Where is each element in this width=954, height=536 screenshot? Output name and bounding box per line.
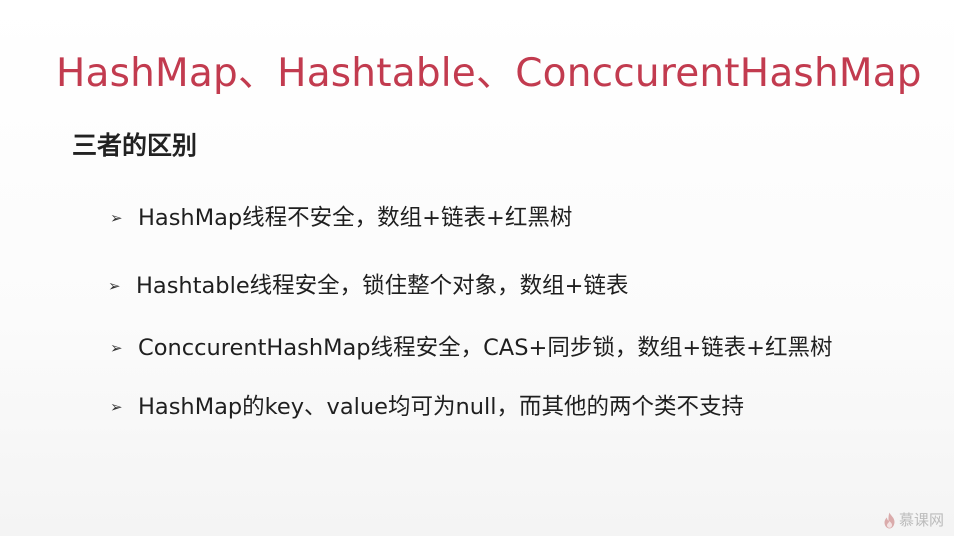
bullet-text: HashMap的key、value均可为null，而其他的两个类不支持: [138, 394, 745, 420]
slide-title: HashMap、Hashtable、ConccurentHashMap: [56, 51, 922, 96]
flame-logo-icon: [884, 512, 895, 528]
watermark-text: 慕课网: [898, 511, 944, 529]
arrow-bullet-icon: ➢: [110, 209, 123, 227]
arrow-bullet-icon: ➢: [110, 398, 123, 416]
bullet-item: ➢ Hashtable线程安全，锁住整个对象，数组+链表: [108, 269, 629, 303]
bullet-item: ➢ HashMap的key、value均可为null，而其他的两个类不支持: [110, 390, 744, 424]
slide-subtitle: 三者的区别: [72, 131, 198, 160]
slide: HashMap、Hashtable、ConccurentHashMap 三者的区…: [0, 0, 954, 536]
bullet-item: ➢ ConccurentHashMap线程安全，CAS+同步锁，数组+链表+红黑树: [110, 331, 833, 365]
bullet-text: Hashtable线程安全，锁住整个对象，数组+链表: [136, 273, 629, 299]
watermark: 慕课网: [883, 510, 944, 530]
arrow-bullet-icon: ➢: [110, 339, 123, 357]
bullet-text: HashMap线程不安全，数组+链表+红黑树: [138, 205, 573, 231]
bullet-item: ➢ HashMap线程不安全，数组+链表+红黑树: [110, 201, 572, 235]
arrow-bullet-icon: ➢: [108, 277, 121, 295]
bullet-text: ConccurentHashMap线程安全，CAS+同步锁，数组+链表+红黑树: [138, 335, 833, 361]
